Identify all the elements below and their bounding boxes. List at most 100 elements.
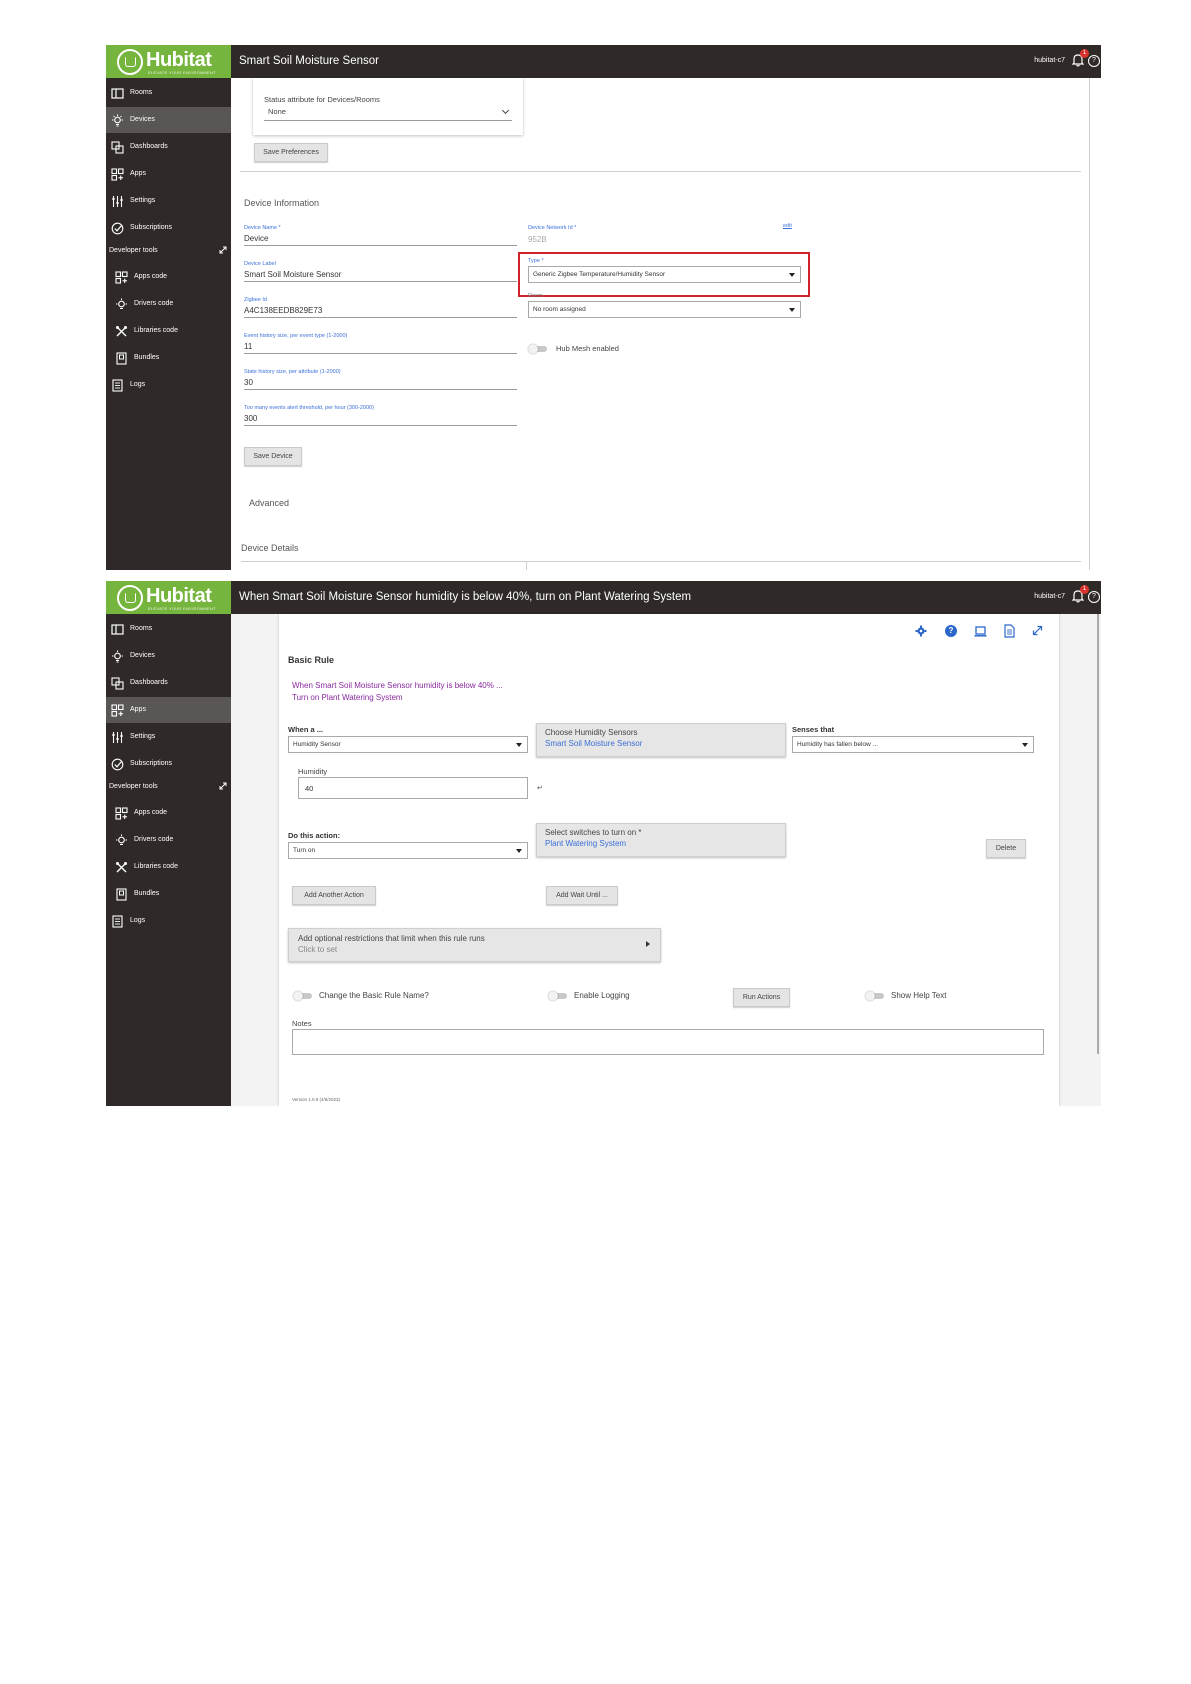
humidity-input[interactable]: 40 xyxy=(298,777,528,799)
sidebar-item-settings[interactable]: Settings xyxy=(106,724,231,750)
sidebar-item-logs[interactable]: Logs xyxy=(106,908,231,934)
help-icon[interactable]: ? xyxy=(1088,55,1100,67)
rule-summary-line2: Turn on Plant Watering System xyxy=(292,693,403,702)
state-history-field[interactable]: 30 xyxy=(244,378,253,387)
sidebar-item-label: Logs xyxy=(130,917,146,924)
hub-mesh-toggle[interactable] xyxy=(528,344,547,354)
trigger-type-select[interactable]: Humidity Sensor xyxy=(288,736,528,753)
sidebar-item-label: Settings xyxy=(130,197,156,204)
caret-down-icon xyxy=(516,743,522,747)
sidebar-item-label: Drivers code xyxy=(134,300,174,307)
sidebar-item-logs[interactable]: Logs xyxy=(106,372,231,398)
hubitat-logo[interactable]: Hubitat ELEVATE YOUR ENVIRONMENT xyxy=(106,581,231,614)
sidebar-item-apps[interactable]: Apps xyxy=(106,161,231,187)
fullscreen-icon[interactable] xyxy=(1032,625,1043,636)
enable-logging-toggle[interactable] xyxy=(548,991,567,1001)
sidebar-item-apps-code[interactable]: Apps code xyxy=(106,800,231,826)
dashboards-icon xyxy=(111,141,124,154)
comparison-select[interactable]: Humidity has fallen below ... xyxy=(792,736,1034,753)
type-select-value: Generic Zigbee Temperature/Humidity Sens… xyxy=(533,271,666,278)
sidebar-item-dashboards[interactable]: Dashboards xyxy=(106,134,231,160)
rule-title: Basic Rule xyxy=(288,655,335,665)
sidebar-item-libraries-code[interactable]: Libraries code xyxy=(106,854,231,880)
devices-icon xyxy=(112,650,123,663)
details-table-border xyxy=(241,561,1081,562)
hubitat-logo[interactable]: Hubitat ELEVATE YOUR ENVIRONMENT xyxy=(106,45,231,78)
sidebar-item-libraries-code[interactable]: Libraries code xyxy=(106,318,231,344)
sidebar-item-label: Dashboards xyxy=(130,143,168,150)
laptop-icon[interactable] xyxy=(974,626,987,637)
zigbee-id-field[interactable]: A4C138EEDB829E73 xyxy=(244,306,322,315)
too-many-events-underline xyxy=(244,425,517,426)
sidebar-item-label: Apps code xyxy=(134,273,168,280)
action-select[interactable]: Turn on xyxy=(288,842,528,859)
document-icon[interactable] xyxy=(1004,624,1015,638)
zigbee-id-label: Zigbee Id xyxy=(244,297,267,303)
sidebar-item-devices[interactable]: Devices xyxy=(106,643,231,669)
edit-dni-link[interactable]: edit xyxy=(783,223,792,229)
dni-field: 952B xyxy=(528,235,547,244)
add-another-action-button[interactable]: Add Another Action xyxy=(292,886,376,905)
sidebar-item-label: Settings xyxy=(130,733,156,740)
senses-that-label: Senses that xyxy=(792,725,835,734)
sidebar-item-label: Rooms xyxy=(130,625,153,632)
subscriptions-icon xyxy=(111,222,124,235)
notes-label: Notes xyxy=(292,1019,312,1028)
sidebar-item-label: Bundles xyxy=(134,354,160,361)
hub-name: hubitat-c7 xyxy=(1034,593,1065,600)
too-many-events-field[interactable]: 300 xyxy=(244,414,257,423)
sidebar-item-subscriptions[interactable]: Subscriptions xyxy=(106,215,231,241)
action-select-value: Turn on xyxy=(293,847,316,854)
event-history-label: Event history size, per event type (1-20… xyxy=(244,333,348,339)
sidebar-item-settings[interactable]: Settings xyxy=(106,188,231,214)
sidebar-item-devices[interactable]: Devices xyxy=(106,107,231,133)
scrollbar[interactable] xyxy=(1097,614,1099,1054)
sidebar-item-apps-code[interactable]: Apps code xyxy=(106,264,231,290)
collapse-expand-icon[interactable] xyxy=(219,782,227,790)
device-label-underline xyxy=(244,281,517,282)
advanced-section[interactable]: Advanced xyxy=(249,498,289,508)
device-name-field[interactable]: Device xyxy=(244,234,268,243)
house-logo-icon xyxy=(117,585,143,611)
room-select[interactable]: No room assigned xyxy=(528,301,801,318)
select-switches-label: Select switches to turn on * xyxy=(545,828,642,837)
screenshot-device-page: Hubitat ELEVATE YOUR ENVIRONMENT Smart S… xyxy=(106,45,1101,570)
add-wait-until-button[interactable]: Add Wait Until ... xyxy=(546,886,618,905)
sidebar-item-rooms[interactable]: Rooms xyxy=(106,80,231,106)
change-name-toggle[interactable] xyxy=(293,991,312,1001)
page-title: Smart Soil Moisture Sensor xyxy=(239,55,379,67)
sidebar-item-subscriptions[interactable]: Subscriptions xyxy=(106,751,231,777)
house-logo-icon xyxy=(117,49,143,75)
type-select[interactable]: Generic Zigbee Temperature/Humidity Sens… xyxy=(528,266,801,283)
sidebar-item-drivers-code[interactable]: Drivers code xyxy=(106,291,231,317)
sidebar-item-drivers-code[interactable]: Drivers code xyxy=(106,827,231,853)
sidebar-item-label: Subscriptions xyxy=(130,760,173,767)
drivers-code-icon xyxy=(116,834,127,845)
question-icon[interactable]: ? xyxy=(945,625,957,637)
when-label: When a ... xyxy=(288,725,324,734)
help-icon[interactable]: ? xyxy=(1088,591,1100,603)
sidebar-item-dashboards[interactable]: Dashboards xyxy=(106,670,231,696)
sidebar-item-rooms[interactable]: Rooms xyxy=(106,616,231,642)
return-icon: ↵ xyxy=(537,785,543,792)
sidebar-item-apps[interactable]: Apps xyxy=(106,697,231,723)
delete-button[interactable]: Delete xyxy=(986,839,1026,858)
collapse-expand-icon[interactable] xyxy=(219,246,227,254)
choose-sensors-label: Choose Humidity Sensors xyxy=(545,728,638,737)
sidebar-item-bundles[interactable]: Bundles xyxy=(106,345,231,371)
notes-textarea[interactable] xyxy=(292,1029,1044,1055)
sidebar-item-bundles[interactable]: Bundles xyxy=(106,881,231,907)
run-actions-button[interactable]: Run Actions xyxy=(733,988,790,1007)
show-help-toggle[interactable] xyxy=(865,991,884,1001)
brand-name: Hubitat xyxy=(146,49,212,71)
device-label-field[interactable]: Smart Soil Moisture Sensor xyxy=(244,270,341,279)
event-history-underline xyxy=(244,353,517,354)
gear-icon[interactable] xyxy=(915,625,927,637)
event-history-field[interactable]: 11 xyxy=(244,342,252,351)
save-device-button[interactable]: Save Device xyxy=(244,447,302,466)
sidebar-item-label: Dashboards xyxy=(130,679,168,686)
state-history-label: State history size, per attribute (1-200… xyxy=(244,369,341,375)
show-help-label: Show Help Text xyxy=(891,991,947,1000)
status-attribute-value[interactable]: None xyxy=(268,107,286,116)
save-preferences-button[interactable]: Save Preferences xyxy=(254,143,328,162)
